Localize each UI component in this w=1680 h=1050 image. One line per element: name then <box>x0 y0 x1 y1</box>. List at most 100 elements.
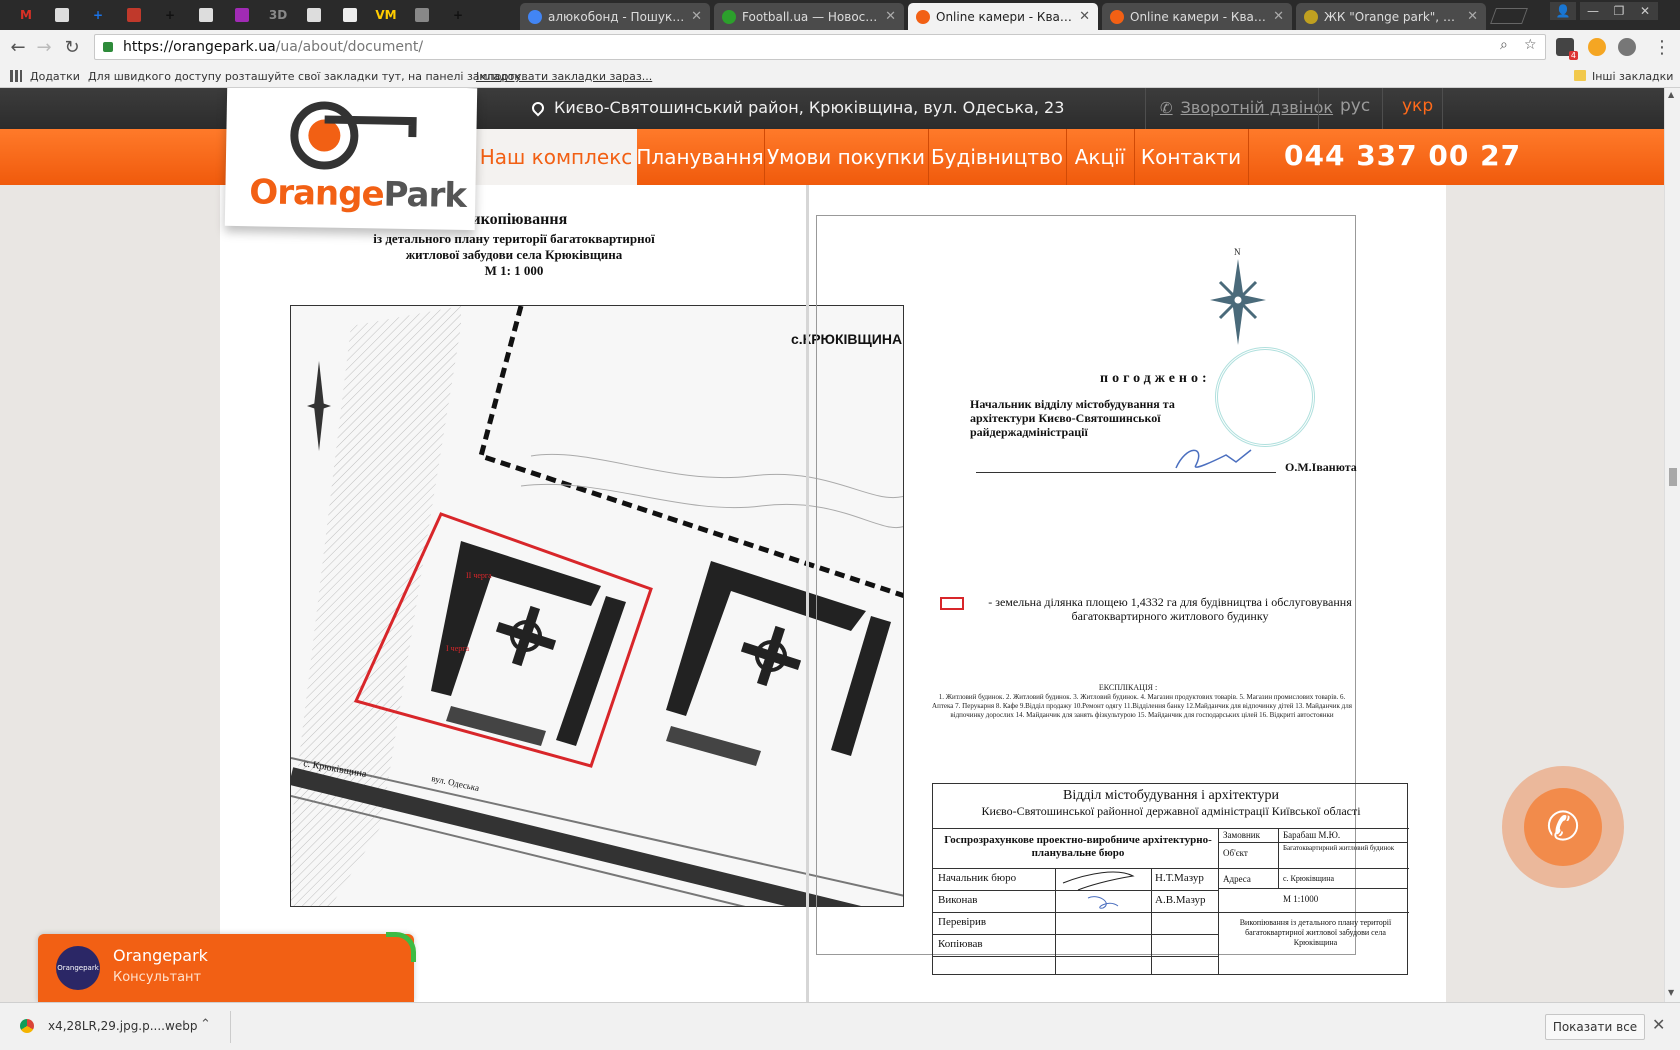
download-filename: x4,28LR,29.jpg.p....webp <box>48 1019 198 1033</box>
cross-icon[interactable]: + <box>154 4 186 26</box>
file-icon[interactable] <box>46 4 78 26</box>
address-text: Києво-Святошинський район, Крюківщина, в… <box>554 98 1065 117</box>
explication-title: ЕКСПЛІКАЦІЯ : <box>1098 683 1158 692</box>
consultant-name: Orangepark <box>113 946 208 965</box>
cross-icon[interactable]: + <box>442 4 474 26</box>
stamp-org: Госпрозрахункове проектно-виробниче архі… <box>944 834 1212 859</box>
parcel-legend-swatch <box>940 597 964 610</box>
menu-icon[interactable]: ⋮ <box>1650 35 1674 59</box>
bookmark-star-icon[interactable]: ☆ <box>1524 37 1537 53</box>
official-seal-icon <box>1215 347 1315 447</box>
stamp-customer-value: Барабаш М.Ю. <box>1283 830 1341 840</box>
doc-subtitle-2: житлової забудови села Крюківщина <box>405 247 623 262</box>
browser-toolbar: ← → ↻ https://orangepark.ua/ua/about/doc… <box>0 30 1680 64</box>
plus-icon[interactable]: + <box>82 4 114 26</box>
signature-line <box>976 472 1276 473</box>
stamp-subheader: Києво-Святошинської районної державної а… <box>981 804 1361 818</box>
vm-icon[interactable]: VM <box>370 4 402 26</box>
file-icon[interactable] <box>190 4 222 26</box>
favicon-icon <box>916 9 930 24</box>
tab-title: Online камери - Квартир <box>936 9 1074 24</box>
callback-link[interactable]: ✆ Зворотній дзвінок <box>1160 98 1333 117</box>
forward-button[interactable]: → <box>32 35 56 59</box>
document-fold <box>806 185 809 1002</box>
tab-title: ЖК "Orange park", Крюко <box>1324 9 1461 24</box>
browser-tab[interactable]: ЖК "Orange park", Крюко ✕ <box>1296 3 1486 30</box>
extension-icon[interactable]: 4 <box>1556 38 1578 60</box>
orangepark-logo[interactable]: OrangePark <box>224 88 478 231</box>
minimize-button[interactable]: — <box>1580 2 1606 20</box>
other-bookmarks[interactable]: Інші закладки <box>1592 70 1673 83</box>
nav-contacts[interactable]: Контакти <box>1136 129 1246 185</box>
parcel-legend-text: - земельна ділянка площею 1,4332 га для … <box>988 595 1352 623</box>
extension-icon[interactable] <box>1588 38 1606 56</box>
chevron-up-icon[interactable]: ⌃ <box>200 1017 211 1032</box>
browser-tab[interactable]: Online камери - Квартир ✕ <box>908 3 1098 30</box>
logo-text: OrangePark <box>249 172 467 217</box>
back-button[interactable]: ← <box>6 35 30 59</box>
page-scrollbar[interactable]: ▲ ▼ <box>1664 88 1680 1002</box>
stamp-object-label: Об'єкт <box>1223 848 1248 858</box>
consultant-chat-widget[interactable]: Orangepark Orangepark Консультант <box>38 932 416 1002</box>
browser-tab[interactable]: алюкобонд - Пошук Googl ✕ <box>520 3 710 30</box>
nav-our-complex[interactable]: Наш комплекс <box>475 129 637 185</box>
call-button[interactable]: ✆ <box>1524 788 1602 866</box>
profile-icon[interactable]: 👤 <box>1550 2 1576 20</box>
close-window-button[interactable]: ✕ <box>1632 2 1658 20</box>
close-tab-icon[interactable]: ✕ <box>1079 9 1090 24</box>
zoom-icon[interactable]: ⌕ <box>1500 37 1508 53</box>
compass-rose-icon: N <box>1210 247 1266 345</box>
approved-heading: погоджено: <box>1100 371 1211 386</box>
nav-planning[interactable]: Планування <box>636 129 763 185</box>
bookmarks-hint: Для швидкого доступу розташуйте свої зак… <box>88 70 525 83</box>
phone-number[interactable]: 044 337 00 27 <box>1284 139 1521 172</box>
stamp-role: Виконав <box>938 894 978 906</box>
tab-title: алюкобонд - Пошук Googl <box>548 9 686 24</box>
close-shelf-icon[interactable]: ✕ <box>1652 1015 1665 1034</box>
3d-icon[interactable]: 3D <box>262 4 294 26</box>
title-block-table: Відділ містобудування і архітектури Києв… <box>932 783 1409 975</box>
close-tab-icon[interactable]: ✕ <box>691 9 702 24</box>
extension-icon[interactable] <box>1618 38 1636 56</box>
stamp-role: Копіював <box>938 938 983 950</box>
document-right-page: N погоджено: Начальник відділу містобуду… <box>810 185 1446 1002</box>
purple-icon[interactable] <box>226 4 258 26</box>
browser-tab[interactable]: Football.ua — Новости фу ✕ <box>714 3 904 30</box>
stamp-footer: Викопіювання із детального плану територ… <box>1239 918 1392 947</box>
stamp-address-label: Адреса <box>1223 874 1251 884</box>
github-icon[interactable] <box>334 4 366 26</box>
map-queue1-label: I черга <box>446 644 470 653</box>
extension-badge: 4 <box>1568 51 1578 60</box>
speaker-icon[interactable] <box>406 4 438 26</box>
nav-purchase-terms[interactable]: Умови покупки <box>766 129 926 185</box>
scrollbar-thumb[interactable] <box>1669 468 1677 486</box>
import-bookmarks-link[interactable]: Імпортувати закладки зараз... <box>476 70 652 83</box>
close-tab-icon[interactable]: ✕ <box>885 9 896 24</box>
file-icon[interactable] <box>298 4 330 26</box>
red-site-icon[interactable] <box>118 4 150 26</box>
apps-label[interactable]: Додатки <box>30 70 80 83</box>
new-tab-button[interactable] <box>1490 8 1528 24</box>
favicon-icon <box>528 9 542 24</box>
language-rus[interactable]: рус <box>1340 96 1370 116</box>
apps-icon[interactable] <box>10 70 22 82</box>
nav-promotions[interactable]: Акції <box>1068 129 1132 185</box>
reload-button[interactable]: ↻ <box>60 35 84 59</box>
map-pin-icon <box>529 99 547 116</box>
gmail-icon[interactable]: M <box>10 4 42 26</box>
browser-tab[interactable]: Online камери - Квартир ✕ <box>1102 3 1292 30</box>
language-ukr[interactable]: укр <box>1402 96 1433 116</box>
tab-title: Online камери - Квартир <box>1130 9 1268 24</box>
download-item[interactable]: x4,28LR,29.jpg.p....webp <box>20 1019 197 1033</box>
show-all-downloads-button[interactable]: Показати все <box>1545 1014 1645 1040</box>
restore-button[interactable]: ❐ <box>1606 2 1632 20</box>
site-address: Києво-Святошинський район, Крюківщина, в… <box>529 98 1065 117</box>
page-viewport: Києво-Святошинський район, Крюківщина, в… <box>0 88 1664 1002</box>
folder-icon <box>1574 70 1586 81</box>
north-label: N <box>1234 247 1241 257</box>
close-tab-icon[interactable]: ✕ <box>1467 9 1478 24</box>
doc-subtitle-1: із детального плану території багатоквар… <box>373 231 655 246</box>
close-tab-icon[interactable]: ✕ <box>1273 9 1284 24</box>
address-bar[interactable]: https://orangepark.ua/ua/about/document/ <box>94 34 1546 60</box>
nav-construction[interactable]: Будівництво <box>930 129 1064 185</box>
